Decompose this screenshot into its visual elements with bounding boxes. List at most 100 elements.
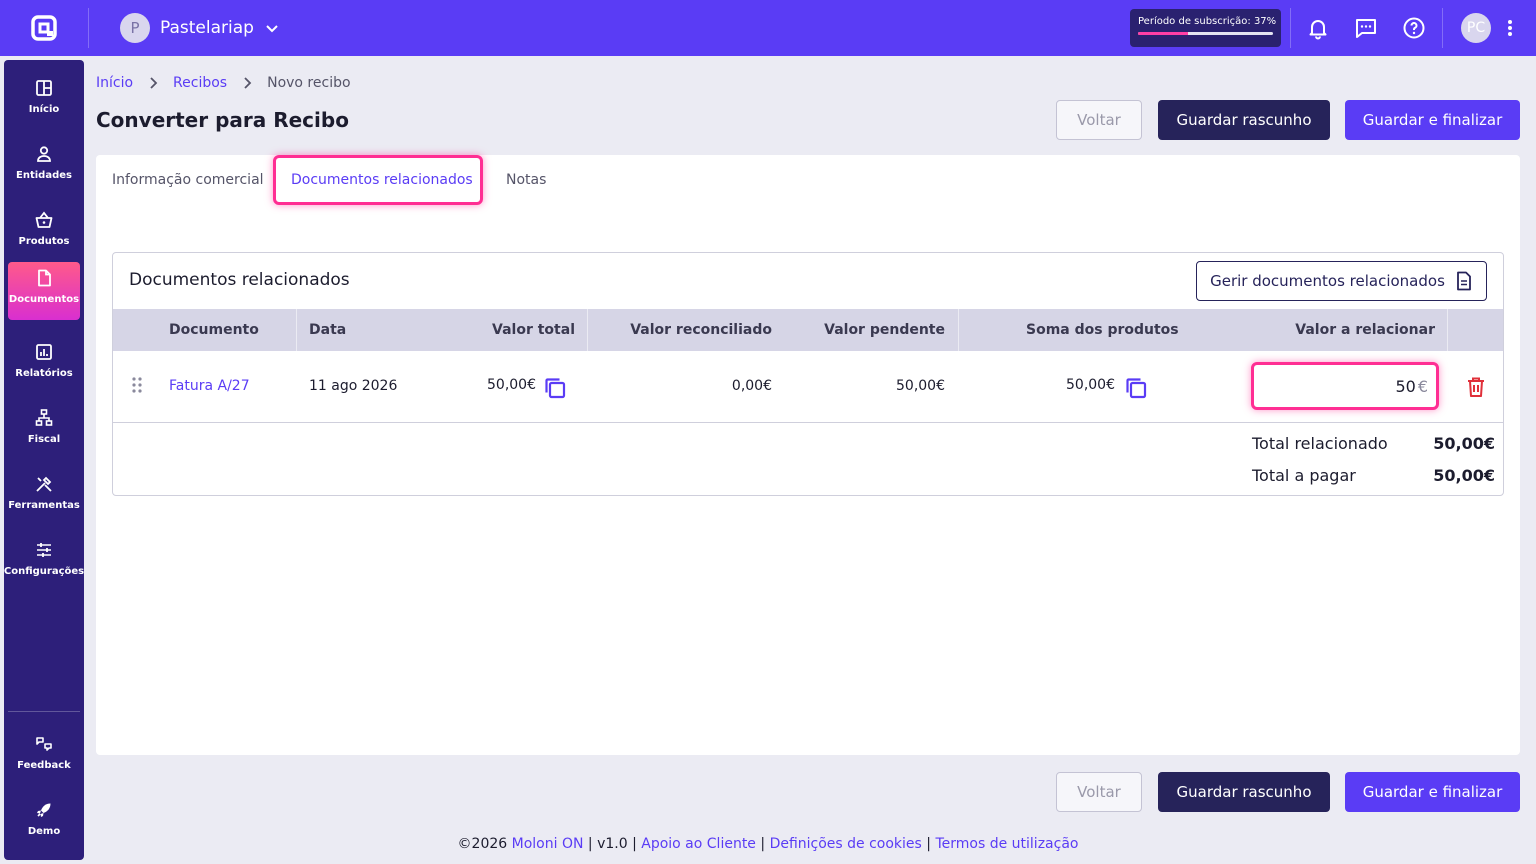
user-avatar[interactable]: PC: [1461, 13, 1491, 43]
document-pending: 50,00€: [896, 378, 945, 394]
breadcrumb: Início Recibos Novo recibo: [96, 75, 351, 91]
save-draft-button[interactable]: Guardar rascunho: [1158, 772, 1330, 812]
col-valor-total: Valor total: [492, 322, 575, 338]
manage-related-documents-button[interactable]: Gerir documentos relacionados: [1196, 261, 1487, 301]
sidebar-item-documentos[interactable]: Documentos: [8, 262, 80, 320]
page-title: Converter para Recibo: [96, 108, 349, 132]
col-divider: [296, 309, 297, 351]
col-valor-relacionar: Valor a relacionar: [1295, 322, 1435, 338]
copy-icon[interactable]: [1124, 376, 1148, 400]
grid-icon: [36, 80, 52, 96]
sidebar-item-entidades[interactable]: Entidades: [8, 138, 80, 196]
divider: [1442, 8, 1443, 48]
sidebar-item-label: Entidades: [16, 170, 72, 181]
col-soma-produtos: Soma dos produtos: [1026, 322, 1179, 338]
save-finalize-button[interactable]: Guardar e finalizar: [1345, 100, 1520, 140]
col-valor-reconciliado: Valor reconciliado: [630, 322, 772, 338]
company-name: Pastelariap: [160, 18, 254, 38]
sidebar-item-label: Relatórios: [15, 368, 73, 379]
more-vertical-icon[interactable]: [1500, 16, 1520, 40]
sidebar-item-produtos[interactable]: Produtos: [8, 204, 80, 262]
footer-cookies-link[interactable]: Definições de cookies: [770, 836, 922, 852]
col-documento: Documento: [169, 322, 259, 338]
sidebar-item-relatorios[interactable]: Relatórios: [8, 336, 80, 394]
chevron-right-icon: [150, 77, 158, 89]
divider: [1290, 8, 1291, 48]
chat-icon[interactable]: [1354, 16, 1378, 40]
sidebar: Início Entidades Produtos Documentos Rel…: [4, 60, 84, 860]
basket-icon: [35, 211, 53, 228]
col-divider: [1447, 309, 1448, 351]
document-icon: [38, 269, 51, 287]
rocket-icon: [37, 803, 51, 817]
document-link[interactable]: Fatura A/27: [169, 378, 250, 394]
breadcrumb-home-link[interactable]: Início: [96, 75, 133, 91]
subscription-label: Período de subscrição: 37%: [1138, 16, 1277, 27]
table-header: Documento Data Valor total Valor reconci…: [113, 309, 1503, 351]
breadcrumb-current: Novo recibo: [267, 75, 351, 91]
top-bar: P Pastelariap Período de subscrição: 37%…: [0, 0, 1536, 56]
sidebar-item-configuracoes[interactable]: Configurações: [4, 534, 84, 592]
feedback-icon: [36, 737, 52, 751]
tab-informacao-comercial[interactable]: Informação comercial: [112, 172, 264, 188]
save-draft-button[interactable]: Guardar rascunho: [1158, 100, 1330, 140]
footer-terms-link[interactable]: Termos de utilização: [935, 836, 1078, 852]
sidebar-item-label: Início: [28, 104, 60, 115]
sidebar-item-inicio[interactable]: Início: [8, 72, 80, 130]
footer-separator: |: [632, 836, 637, 852]
sidebar-divider: [8, 711, 80, 712]
footer-version: v1.0: [597, 836, 628, 852]
total-to-pay-label: Total a pagar: [1252, 466, 1356, 485]
chevron-right-icon: [244, 77, 252, 89]
save-finalize-button[interactable]: Guardar e finalizar: [1345, 772, 1520, 812]
sidebar-item-label: Feedback: [17, 760, 71, 771]
chevron-down-icon: [266, 25, 278, 33]
sliders-icon: [37, 543, 51, 557]
main-card: Informação comercial Documentos relacion…: [96, 155, 1520, 755]
footer-support-link[interactable]: Apoio ao Cliente: [641, 836, 756, 852]
sidebar-item-label: Configurações: [3, 566, 85, 577]
sidebar-item-label: Produtos: [18, 236, 70, 247]
panel-title: Documentos relacionados: [129, 270, 350, 290]
sidebar-item-label: Fiscal: [27, 434, 61, 445]
company-avatar: P: [120, 13, 150, 43]
footer-copyright: ©2026: [457, 836, 508, 852]
sidebar-item-label: Documentos: [8, 294, 80, 305]
tools-icon: [36, 476, 52, 492]
footer-separator: |: [926, 836, 932, 852]
help-icon[interactable]: [1402, 16, 1426, 40]
document-icon: [1456, 271, 1471, 291]
col-data: Data: [309, 322, 347, 338]
back-button[interactable]: Voltar: [1056, 772, 1142, 812]
back-button[interactable]: Voltar: [1056, 100, 1142, 140]
sidebar-item-ferramentas[interactable]: Ferramentas: [8, 468, 80, 526]
moloni-logo-icon[interactable]: [30, 14, 58, 42]
subscription-progress-bar: [1138, 32, 1273, 35]
table-row: Fatura A/27 11 ago 2026 50,00€ 0,00€ 50,…: [113, 351, 1503, 423]
drag-handle-icon[interactable]: [130, 376, 144, 394]
divider: [88, 8, 89, 48]
tab-documentos-relacionados[interactable]: Documentos relacionados: [291, 172, 473, 188]
document-products-sum: 50,00€: [1066, 377, 1115, 393]
sidebar-item-fiscal[interactable]: Fiscal: [8, 402, 80, 460]
total-related-label: Total relacionado: [1252, 434, 1388, 453]
breadcrumb-section-link[interactable]: Recibos: [173, 75, 227, 91]
subscription-progress-fill: [1138, 32, 1188, 35]
value-to-relate-field: €: [1251, 362, 1439, 410]
total-related-value: 50,00€: [1433, 434, 1495, 453]
col-divider: [958, 309, 959, 351]
footer-brand-link[interactable]: Moloni ON: [512, 836, 584, 852]
person-icon: [37, 146, 51, 162]
bell-icon[interactable]: [1306, 16, 1330, 40]
subscription-period[interactable]: Período de subscrição: 37%: [1130, 9, 1281, 47]
footer-separator: |: [760, 836, 766, 852]
tab-notas[interactable]: Notas: [506, 172, 546, 188]
trash-icon[interactable]: [1464, 375, 1488, 399]
company-selector[interactable]: P Pastelariap: [120, 13, 280, 43]
sidebar-item-feedback[interactable]: Feedback: [8, 728, 80, 786]
document-reconciled: 0,00€: [731, 378, 772, 394]
footer-separator: |: [587, 836, 593, 852]
sidebar-item-label: Ferramentas: [8, 500, 80, 511]
copy-icon[interactable]: [543, 376, 567, 400]
value-to-relate-input[interactable]: [1295, 376, 1416, 396]
